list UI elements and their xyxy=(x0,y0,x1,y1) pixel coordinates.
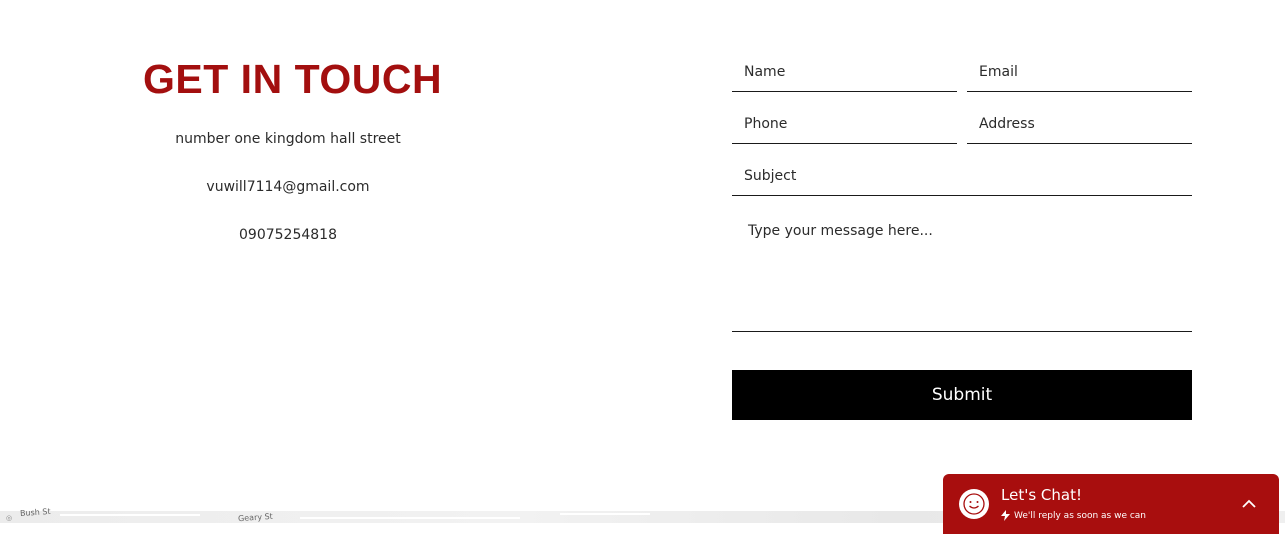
chevron-up-icon[interactable] xyxy=(1239,494,1259,514)
address-field[interactable] xyxy=(967,104,1192,144)
contact-address: number one kingdom hall street xyxy=(175,131,401,147)
email-field[interactable] xyxy=(967,52,1192,92)
phone-field[interactable] xyxy=(732,104,957,144)
subject-field[interactable] xyxy=(732,156,1192,196)
chat-title: Let's Chat! xyxy=(1001,486,1082,504)
map-pin-icon: ◎ xyxy=(6,514,13,522)
chat-widget[interactable]: Let's Chat! We'll reply as soon as we ca… xyxy=(943,474,1279,534)
smiley-face-icon xyxy=(959,489,989,519)
chat-subtitle-row: We'll reply as soon as we can xyxy=(1001,510,1146,521)
message-field[interactable] xyxy=(732,214,1192,332)
contact-phone: 09075254818 xyxy=(239,227,337,243)
name-field[interactable] xyxy=(732,52,957,92)
chat-subtitle: We'll reply as soon as we can xyxy=(1014,510,1147,521)
map-road xyxy=(560,513,650,515)
map-road xyxy=(300,517,520,519)
map-road xyxy=(60,514,200,516)
lightning-bolt-icon xyxy=(1001,510,1010,521)
submit-button[interactable]: Submit xyxy=(732,370,1192,420)
contact-email: vuwill7114@gmail.com xyxy=(206,179,370,195)
page-heading: GET IN TOUCH xyxy=(143,56,443,102)
